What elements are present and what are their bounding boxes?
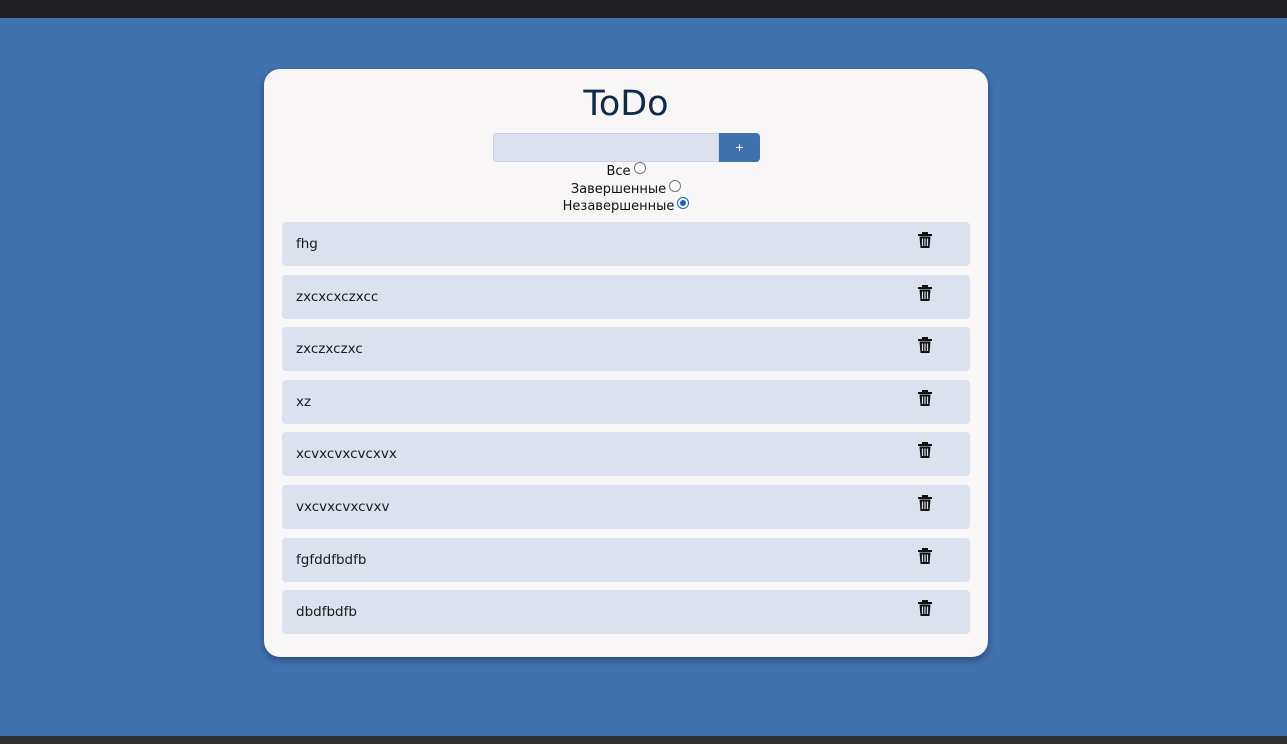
trash-icon[interactable] bbox=[917, 284, 933, 302]
todo-item: zxcxcxczxcc bbox=[282, 274, 970, 319]
filter-completed-label: Завершенные bbox=[570, 182, 667, 197]
trash-icon[interactable] bbox=[917, 599, 933, 617]
todo-text: fgfddfbdfb bbox=[296, 551, 367, 568]
filter-all-label: Все bbox=[606, 164, 631, 179]
window-bottom-bar bbox=[0, 736, 1287, 744]
filter-completed[interactable]: Завершенные bbox=[264, 180, 988, 197]
todo-card: ToDo + Все Завершенные Незавершенные fhg… bbox=[264, 69, 988, 657]
trash-icon[interactable] bbox=[917, 389, 933, 407]
filter-incomplete-label: Незавершенные bbox=[562, 199, 675, 214]
filter-completed-radio[interactable] bbox=[669, 180, 682, 192]
filter-incomplete[interactable]: Незавершенные bbox=[264, 197, 988, 214]
add-button[interactable]: + bbox=[719, 133, 760, 162]
page-title: ToDo bbox=[583, 84, 669, 124]
todo-item: fgfddfbdfb bbox=[282, 537, 970, 582]
todo-text: zxcxcxczxcc bbox=[296, 288, 379, 305]
trash-icon[interactable] bbox=[917, 441, 933, 459]
trash-icon[interactable] bbox=[917, 231, 933, 249]
trash-icon[interactable] bbox=[917, 336, 933, 354]
todo-item: vxcvxcvxcvxv bbox=[282, 484, 970, 529]
add-todo-form: + bbox=[493, 133, 760, 162]
todo-item: fhg bbox=[282, 222, 970, 266]
todo-item: xcvxcvxcvcxvx bbox=[282, 432, 970, 477]
todo-text: xz bbox=[296, 393, 312, 410]
window-top-bar bbox=[0, 0, 1287, 18]
todo-item: zxczxczxc bbox=[282, 327, 970, 372]
trash-icon[interactable] bbox=[917, 494, 933, 512]
todo-text: dbdfbdfb bbox=[296, 604, 357, 621]
filter-incomplete-radio[interactable] bbox=[677, 197, 690, 209]
filter-all-radio[interactable] bbox=[633, 162, 646, 174]
todo-text: zxczxczxc bbox=[296, 341, 363, 358]
todo-input[interactable] bbox=[493, 133, 719, 162]
todo-text: fhg bbox=[296, 236, 318, 252]
trash-icon[interactable] bbox=[917, 547, 933, 565]
filter-all[interactable]: Все bbox=[264, 162, 988, 179]
todo-item: dbdfbdfb bbox=[282, 590, 970, 635]
todo-item: xz bbox=[282, 379, 970, 424]
todo-list: fhg zxcxcxczxcc zxczxczxc xz xcvxcvxcvcx… bbox=[282, 222, 970, 643]
todo-text: vxcvxcvxcvxv bbox=[296, 498, 390, 515]
todo-text: xcvxcvxcvcxvx bbox=[296, 446, 397, 463]
